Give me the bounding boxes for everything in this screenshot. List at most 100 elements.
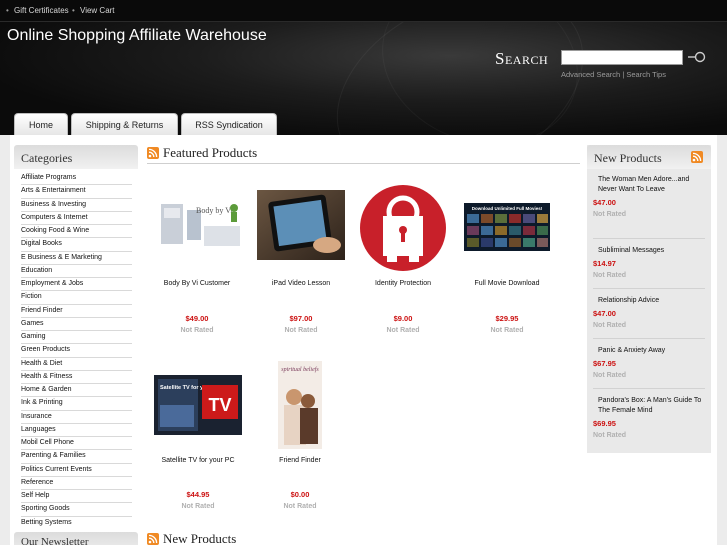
new-product-name[interactable]: Subliminal Messages [593, 246, 705, 256]
search-go-icon[interactable] [687, 50, 707, 64]
product-name[interactable]: iPad Video Lesson [251, 279, 351, 289]
new-product-item[interactable]: Panic & Anxiety Away $67.95 Not Rated [593, 346, 705, 379]
category-link[interactable]: Arts & Entertainment [21, 185, 132, 199]
product-name[interactable]: Satellite TV for your PC [148, 456, 248, 466]
category-link[interactable]: Cooking Food & Wine [21, 225, 132, 239]
product-card[interactable]: Satellite TV for your PC! TV Satellite T… [148, 375, 248, 510]
product-thumbnail[interactable]: Download Unlimited Full Movies! [464, 203, 550, 251]
lock-icon[interactable] [359, 184, 447, 272]
category-link[interactable]: Home & Garden [21, 384, 132, 398]
featured-products-title: Featured Products [163, 145, 258, 160]
new-product-item[interactable]: Subliminal Messages $14.97 Not Rated [593, 246, 705, 279]
new-product-item[interactable]: The Woman Men Adore...and Never Want To … [593, 175, 705, 218]
product-thumb-text: spiritual beliefs [281, 366, 319, 373]
rss-icon[interactable] [691, 151, 703, 163]
new-product-name[interactable]: Relationship Advice [593, 296, 705, 306]
new-product-name[interactable]: Pandora's Box: A Man's Guide To The Fema… [593, 396, 705, 416]
product-thumbnail[interactable]: Body by Vi [154, 190, 240, 260]
product-name[interactable]: Friend Finder [250, 456, 350, 466]
product-thumb-text: Download Unlimited Full Movies! [472, 206, 543, 211]
tab-home[interactable]: Home [14, 113, 68, 135]
newsletter-heading: Our Newsletter [14, 532, 138, 545]
category-link[interactable]: Health & Diet [21, 358, 132, 371]
product-card[interactable]: Download Unlimited Full Movies! Full Mov… [457, 203, 557, 334]
new-product-price: $67.95 [593, 359, 616, 368]
product-rating: Not Rated [180, 327, 214, 334]
tab-rss-syndication[interactable]: RSS Syndication [181, 113, 277, 135]
new-products-section-title: New Products [163, 531, 237, 545]
new-product-rating: Not Rated [593, 432, 627, 439]
new-product-item[interactable]: Relationship Advice $47.00 Not Rated [593, 296, 705, 329]
product-name[interactable]: Body By Vi Customer [147, 279, 247, 289]
product-rating: Not Rated [181, 503, 215, 510]
category-link[interactable]: Games [21, 318, 132, 331]
search-input[interactable] [561, 50, 683, 65]
divider [593, 338, 705, 339]
new-products-section-heading: New Products [147, 531, 236, 545]
product-price: $0.00 [290, 490, 310, 499]
new-product-price: $69.95 [593, 419, 616, 428]
new-product-rating: Not Rated [593, 372, 627, 379]
category-link[interactable]: Reference [21, 477, 132, 490]
section-divider [147, 163, 580, 164]
product-price: $97.00 [289, 314, 313, 323]
new-product-name[interactable]: Panic & Anxiety Away [593, 346, 705, 356]
product-thumbnail[interactable] [257, 190, 345, 260]
category-link[interactable]: Self Help [21, 490, 132, 504]
gift-certificates-link[interactable]: Gift Certificates [14, 6, 69, 15]
separator: | [622, 70, 625, 79]
new-product-rating: Not Rated [593, 322, 627, 329]
tab-shipping-returns[interactable]: Shipping & Returns [71, 113, 178, 135]
rss-icon[interactable] [147, 147, 159, 159]
category-link[interactable]: Green Products [21, 344, 132, 358]
category-link[interactable]: Fiction [21, 291, 132, 305]
category-link[interactable]: Parenting & Families [21, 450, 132, 464]
category-link[interactable]: Insurance [21, 411, 132, 424]
product-price: $29.95 [495, 314, 519, 323]
product-name[interactable]: Full Movie Download [457, 279, 557, 289]
search-tips-link[interactable]: Search Tips [626, 70, 666, 79]
new-product-price: $47.00 [593, 198, 616, 207]
category-link[interactable]: Affiliate Programs [21, 172, 132, 186]
category-link[interactable]: Mobil Cell Phone [21, 437, 132, 451]
site-title[interactable]: Online Shopping Affiliate Warehouse [7, 27, 267, 45]
bullet: • [72, 6, 75, 15]
divider [593, 388, 705, 389]
top-utility-bar: • Gift Certificates • View Cart [0, 0, 727, 22]
product-card[interactable]: Body by Vi Body By Vi Customer $49.00 No… [147, 190, 247, 334]
new-product-price: $47.00 [593, 309, 616, 318]
new-product-item[interactable]: Pandora's Box: A Man's Guide To The Fema… [593, 396, 705, 439]
product-card[interactable]: spiritual beliefs Friend Finder $0.00 No… [250, 361, 350, 510]
category-link[interactable]: Education [21, 265, 132, 278]
category-link[interactable]: Digital Books [21, 238, 132, 252]
category-link[interactable]: Gaming [21, 331, 132, 345]
product-rating: Not Rated [283, 503, 317, 510]
category-link[interactable]: Sporting Goods [21, 503, 132, 517]
product-name[interactable]: Identity Protection [353, 279, 453, 289]
product-thumbnail[interactable]: Satellite TV for your PC! TV [154, 375, 242, 435]
advanced-search-link[interactable]: Advanced Search [561, 70, 620, 79]
view-cart-link[interactable]: View Cart [80, 6, 115, 15]
category-link[interactable]: Politics Current Events [21, 464, 132, 477]
category-link[interactable]: E Business & E Marketing [21, 252, 132, 265]
category-link[interactable]: Ink & Printing [21, 397, 132, 411]
category-link[interactable]: Business & Investing [21, 199, 132, 212]
category-link[interactable]: Languages [21, 424, 132, 437]
search-links: Advanced Search | Search Tips [561, 70, 666, 79]
rss-icon[interactable] [147, 533, 159, 545]
category-link[interactable]: Employment & Jobs [21, 278, 132, 292]
product-price: $49.00 [185, 314, 209, 323]
product-card[interactable]: Identity Protection $9.00 Not Rated [353, 184, 453, 334]
search-label: Search [495, 49, 549, 68]
category-link[interactable]: Betting Systems [21, 517, 132, 530]
product-price: $44.95 [186, 490, 210, 499]
new-product-name[interactable]: The Woman Men Adore...and Never Want To … [593, 175, 705, 195]
product-thumbnail[interactable]: spiritual beliefs [278, 361, 322, 449]
product-card[interactable]: iPad Video Lesson $97.00 Not Rated [251, 190, 351, 334]
category-link[interactable]: Computers & Internet [21, 212, 132, 225]
product-thumb-text: Body by Vi [196, 206, 233, 215]
new-product-rating: Not Rated [593, 211, 627, 218]
category-link[interactable]: Friend Finder [21, 305, 132, 318]
category-link[interactable]: Health & Fitness [21, 371, 132, 384]
product-rating: Not Rated [386, 327, 420, 334]
